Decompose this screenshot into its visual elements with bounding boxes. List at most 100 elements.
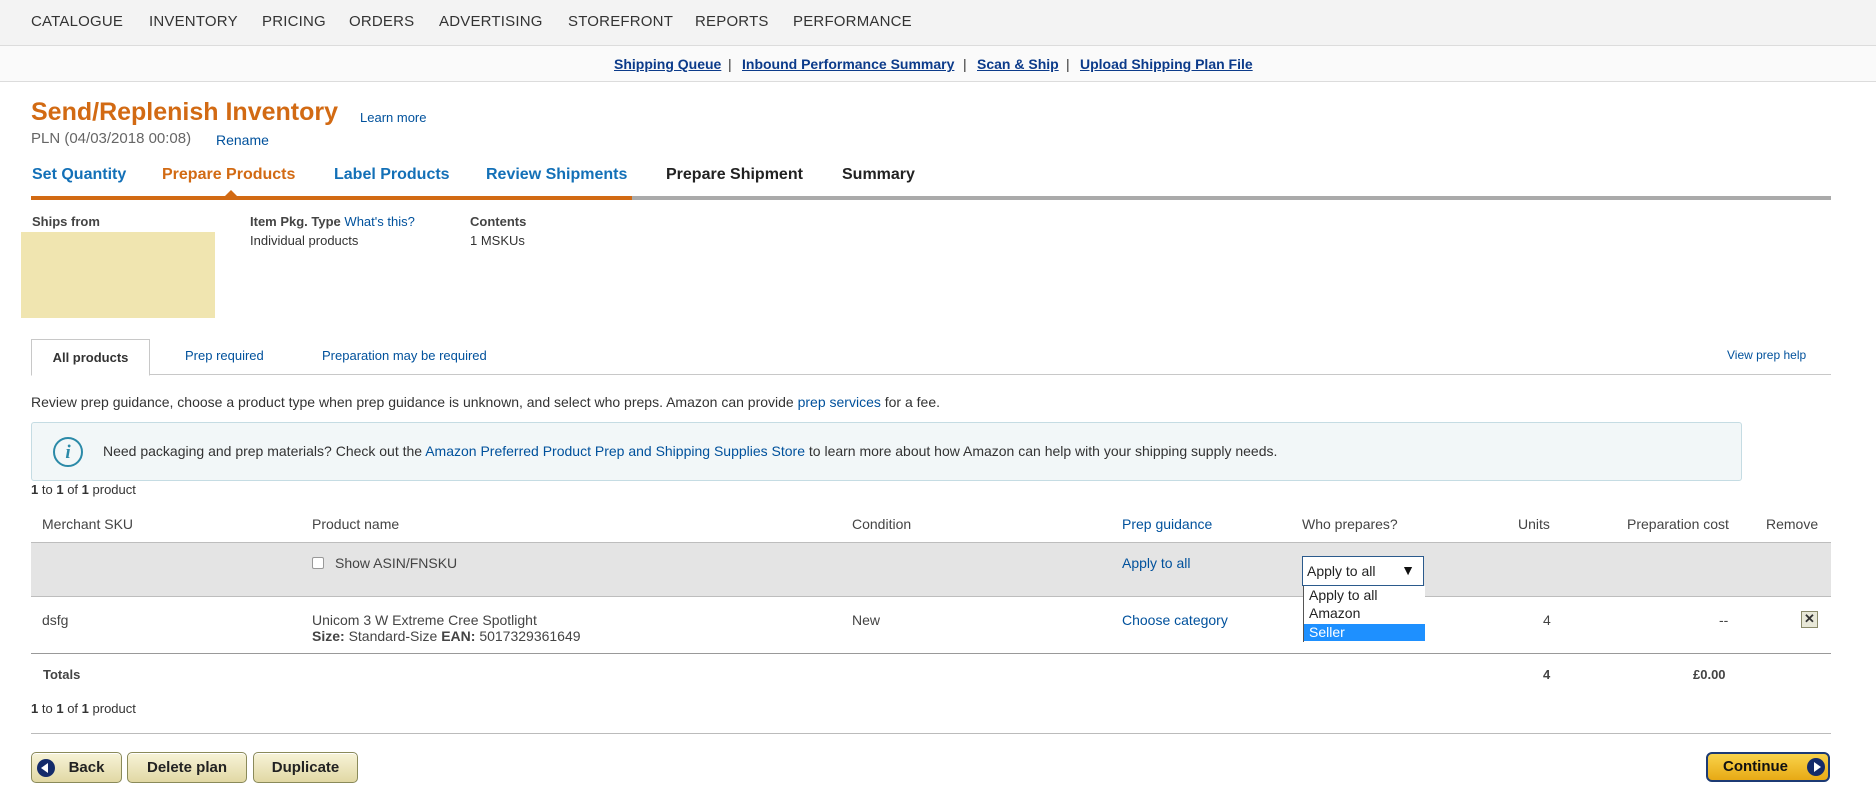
totals-label: Totals — [43, 667, 81, 682]
contents-label: Contents — [470, 214, 527, 229]
step-label-products[interactable]: Label Products — [334, 166, 450, 184]
step-set-quantity[interactable]: Set Quantity — [32, 166, 126, 184]
col-merchant-sku: Merchant SKU — [42, 516, 134, 532]
view-prep-help-link[interactable]: View prep help — [1727, 348, 1806, 362]
tab-all-products[interactable]: All products — [31, 339, 150, 376]
nav-reports[interactable]: REPORTS — [695, 13, 769, 30]
pager-from: 1 — [31, 701, 39, 716]
tab-prep-may-be-required[interactable]: Preparation may be required — [322, 348, 487, 363]
ean-label: EAN: — [441, 628, 476, 644]
apply-all-row — [31, 542, 1831, 597]
size-value: Standard-Size — [348, 628, 438, 644]
scan-ship-link[interactable]: Scan & Ship — [977, 56, 1059, 72]
steps-progress-fill — [31, 196, 632, 200]
tabs-divider — [31, 374, 1831, 375]
row-product-details: Size: Standard-Size EAN: 5017329361649 — [312, 628, 581, 644]
info-banner: i Need packaging and prep materials? Che… — [31, 422, 1742, 481]
back-label: Back — [68, 759, 105, 776]
prep-services-link[interactable]: prep services — [798, 394, 881, 410]
prep-supplies-store-link[interactable]: Amazon Preferred Product Prep and Shippi… — [425, 443, 805, 459]
pager-of-word: of — [67, 482, 79, 497]
size-label: Size: — [312, 628, 345, 644]
pkg-type-value: Individual products — [250, 233, 359, 248]
info-icon: i — [53, 437, 83, 467]
col-who-prepares: Who prepares? — [1302, 516, 1398, 532]
totals-units: 4 — [1543, 667, 1551, 682]
row-divider — [1741, 653, 1831, 654]
ships-from-address-redacted — [21, 232, 215, 318]
tab-prep-required[interactable]: Prep required — [185, 348, 264, 363]
info-text-after: to learn more about how Amazon can help … — [805, 443, 1278, 459]
dropdown-arrow-icon: ▼ — [1401, 562, 1415, 578]
pkg-type-header: Item Pkg. Type What's this? — [250, 214, 415, 229]
nav-storefront[interactable]: STOREFRONT — [568, 13, 673, 30]
step-prepare-products[interactable]: Prepare Products — [162, 166, 295, 184]
continue-label: Continue — [1723, 758, 1788, 775]
row-sku: dsfg — [42, 612, 69, 628]
step-review-shipments[interactable]: Review Shipments — [486, 166, 627, 184]
nav-performance[interactable]: PERFORMANCE — [793, 13, 912, 30]
info-text: Need packaging and prep materials? Check… — [103, 443, 1277, 459]
show-asin-checkbox[interactable] — [312, 557, 324, 569]
nav-catalogue[interactable]: CATALOGUE — [31, 13, 123, 30]
subnav-separator: | — [728, 56, 732, 72]
choose-category-link[interactable]: Choose category — [1122, 612, 1228, 628]
pager-total: 1 — [81, 701, 89, 716]
pager-total: 1 — [81, 482, 89, 497]
subnav-separator: | — [963, 56, 967, 72]
pkg-type-label: Item Pkg. Type — [250, 214, 341, 229]
bottom-divider — [31, 733, 1831, 734]
col-product-name: Product name — [312, 516, 400, 532]
option-apply-to-all[interactable]: Apply to all — [1304, 587, 1425, 604]
pager-to-word: to — [41, 482, 53, 497]
pager-top: 1 to 1 of 1 product — [31, 482, 136, 497]
option-seller[interactable]: Seller — [1304, 624, 1425, 641]
duplicate-button[interactable]: Duplicate — [253, 752, 358, 783]
top-nav: CATALOGUE INVENTORY PRICING ORDERS ADVER… — [0, 0, 1876, 46]
nav-advertising[interactable]: ADVERTISING — [439, 13, 543, 30]
back-arrow-icon — [37, 759, 55, 777]
continue-arrow-icon — [1807, 758, 1825, 776]
col-condition: Condition — [852, 516, 912, 532]
nav-orders[interactable]: ORDERS — [349, 13, 414, 30]
whats-this-link[interactable]: What's this? — [344, 214, 414, 229]
step-summary: Summary — [842, 166, 915, 183]
row-divider — [31, 653, 1741, 654]
plan-name: PLN (04/03/2018 00:08) — [31, 130, 192, 147]
row-condition: New — [852, 612, 881, 628]
row-prep-cost: -- — [1719, 612, 1729, 628]
pager-to-word: to — [41, 701, 53, 716]
learn-more-link[interactable]: Learn more — [360, 110, 426, 125]
who-prepares-dropdown: Apply to all Amazon Seller — [1303, 586, 1425, 642]
row-product-name: Unicom 3 W Extreme Cree Spotlight — [312, 612, 537, 628]
upload-shipping-plan-link[interactable]: Upload Shipping Plan File — [1080, 56, 1253, 72]
select-value: Apply to all — [1307, 563, 1376, 579]
who-prepares-select[interactable]: Apply to all ▼ — [1302, 556, 1424, 586]
nav-pricing[interactable]: PRICING — [262, 13, 326, 30]
show-asin-label: Show ASIN/FNSKU — [335, 555, 458, 571]
ean-value: 5017329361649 — [479, 628, 581, 644]
page-title: Send/Replenish Inventory — [31, 98, 339, 126]
continue-button[interactable]: Continue — [1706, 752, 1830, 782]
apply-to-all-link[interactable]: Apply to all — [1122, 555, 1190, 571]
step-prepare-shipment: Prepare Shipment — [666, 166, 803, 183]
remove-icon[interactable]: ✕ — [1801, 611, 1818, 628]
nav-inventory[interactable]: INVENTORY — [149, 13, 238, 30]
back-button[interactable]: Back — [31, 752, 122, 783]
option-amazon[interactable]: Amazon — [1304, 605, 1425, 622]
shipping-queue-link[interactable]: Shipping Queue — [614, 56, 721, 72]
prep-guidance-text: Review prep guidance, choose a product t… — [31, 394, 940, 410]
pager-of-word: of — [67, 701, 79, 716]
guidance-text-before: Review prep guidance, choose a product t… — [31, 394, 798, 410]
pager-bottom: 1 to 1 of 1 product — [31, 701, 136, 716]
totals-cost: £0.00 — [1693, 667, 1726, 682]
rename-link[interactable]: Rename — [216, 132, 269, 148]
inbound-performance-link[interactable]: Inbound Performance Summary — [742, 56, 954, 72]
pager-to: 1 — [56, 482, 64, 497]
col-prep-guidance[interactable]: Prep guidance — [1122, 516, 1212, 532]
col-remove: Remove — [1766, 516, 1819, 532]
pager-unit: product — [92, 701, 136, 716]
delete-plan-button[interactable]: Delete plan — [127, 752, 247, 783]
col-units: Units — [1518, 516, 1550, 532]
pager-to: 1 — [56, 701, 64, 716]
